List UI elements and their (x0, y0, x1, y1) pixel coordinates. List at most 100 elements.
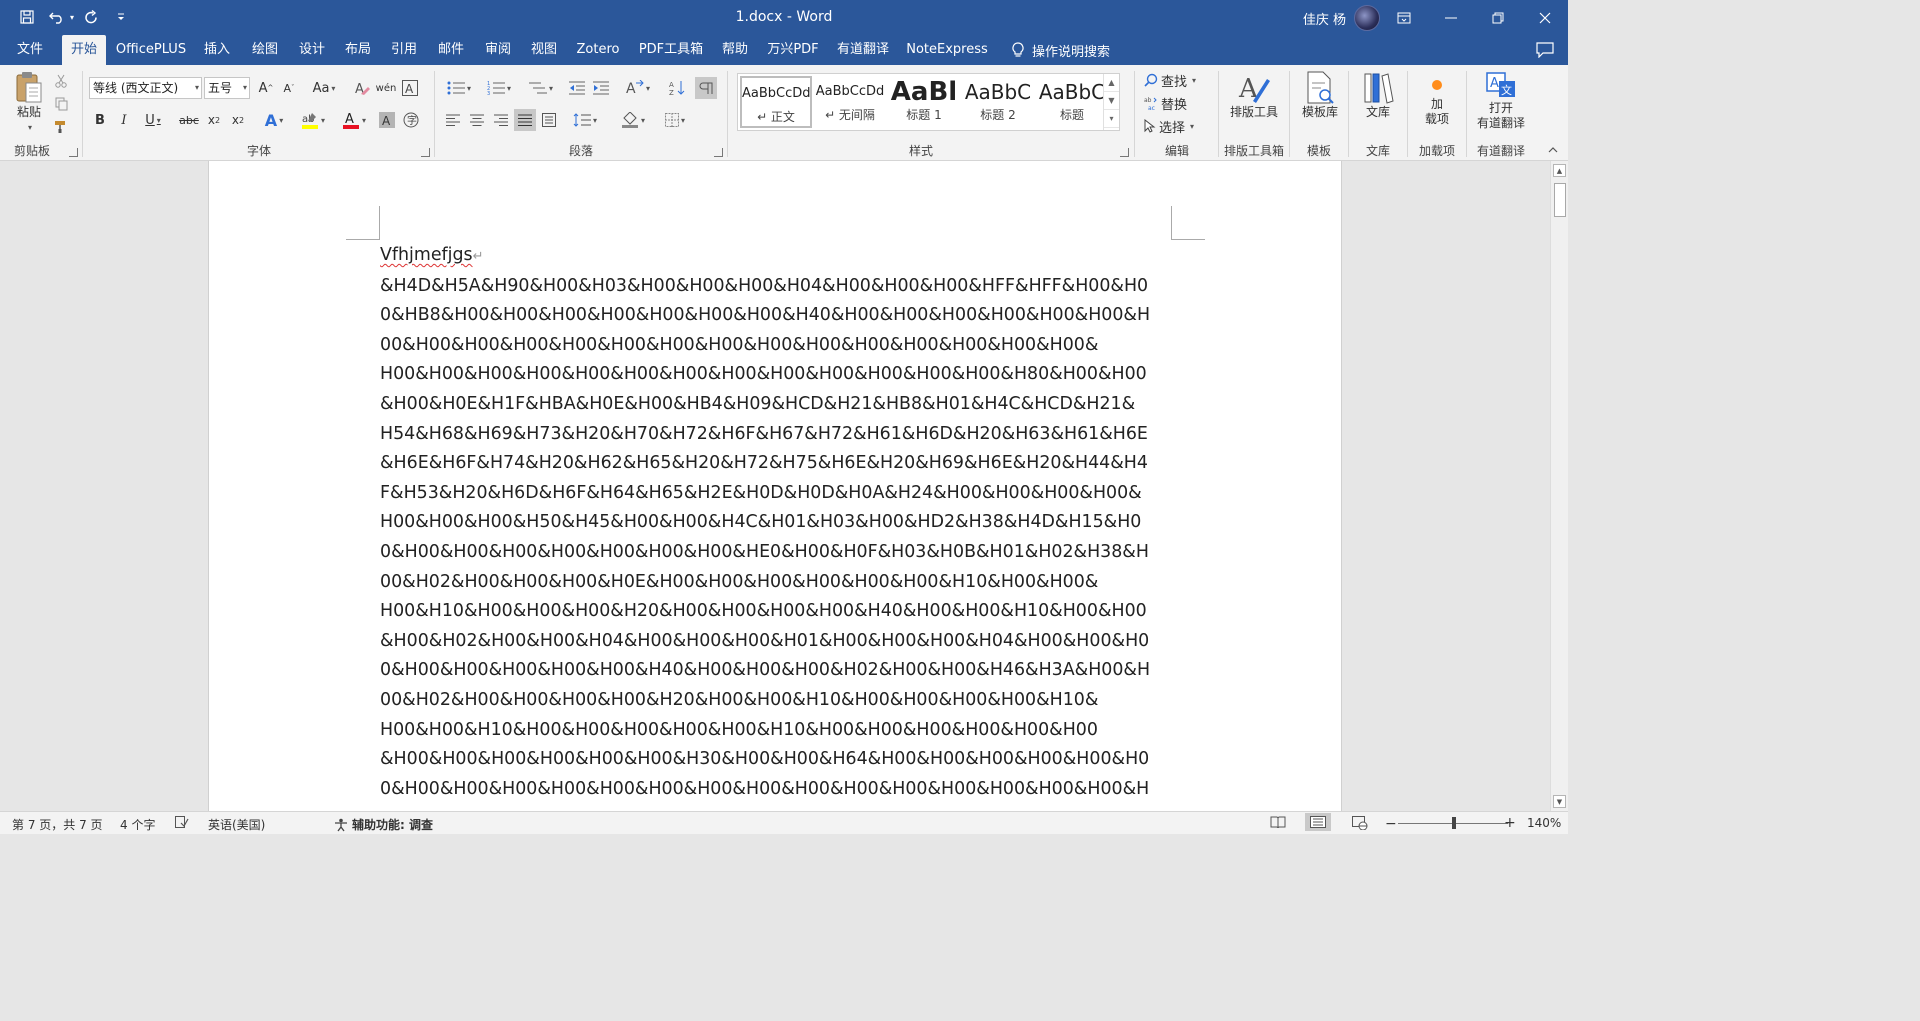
template-library-button[interactable]: 模板库 (1295, 71, 1345, 120)
document-line-17[interactable]: &H00&H00&H00&H00&H00&H00&H30&H00&H00&H64… (380, 745, 1180, 775)
styles-launcher-icon[interactable] (1120, 148, 1129, 157)
word-count[interactable]: 4 个字 (120, 816, 155, 833)
multilevel-list-icon[interactable]: ▾ (524, 77, 558, 99)
character-shading-icon[interactable]: A (377, 109, 397, 131)
highlight-color-icon[interactable]: ab ▾ (296, 109, 330, 131)
font-size-dropdown-icon[interactable]: ▾ (243, 78, 247, 98)
font-color-icon[interactable]: A ▾ (338, 109, 370, 131)
tell-me-label[interactable]: 操作说明搜索 (1032, 41, 1110, 60)
zoom-level[interactable]: 140% (1527, 816, 1561, 830)
shrink-font-icon[interactable]: Aˇ (279, 77, 299, 99)
tab-officeplus[interactable]: OfficePLUS (112, 35, 190, 65)
print-layout-icon[interactable] (1305, 813, 1331, 831)
subscript-icon[interactable]: x2 (204, 109, 224, 131)
document-line-6[interactable]: H54&H68&H69&H73&H20&H70&H72&H6F&H67&H72&… (380, 420, 1180, 450)
tab-pdf-toolbox[interactable]: PDF工具箱 (634, 35, 708, 65)
numbering-icon[interactable]: 1 2 3 ▾ (482, 77, 516, 99)
character-border-icon[interactable]: A (400, 77, 420, 99)
align-right-icon[interactable] (490, 109, 512, 131)
undo-dropdown-icon[interactable]: ▾ (70, 13, 74, 22)
undo-icon[interactable] (44, 6, 70, 28)
document-line-11[interactable]: 00&H02&H00&H00&H00&H0E&H00&H00&H00&H00&H… (380, 568, 1180, 598)
document-line-7[interactable]: &H6E&H6F&H74&H20&H62&H65&H20&H72&H75&H6E… (380, 449, 1180, 479)
change-case-icon[interactable]: Aa ▾ (308, 77, 340, 99)
document-page[interactable]: Vfhjmefjgs↵ &H4D&H5A&H90&H00&H03&H00&H00… (208, 161, 1342, 811)
document-line-18[interactable]: 0&H00&H00&H00&H00&H00&H00&H00&H00&H00&H0… (380, 775, 1180, 805)
strikethrough-icon[interactable]: abc (178, 109, 200, 131)
document-line-3[interactable]: 00&H00&H00&H00&H00&H00&H00&H00&H00&H00&H… (380, 331, 1180, 361)
user-name[interactable]: 佳庆 杨 (1303, 9, 1346, 28)
bold-icon[interactable]: B (90, 109, 110, 131)
document-line-8[interactable]: F&H53&H20&H6D&H6F&H64&H65&H2E&H0D&H0D&H0… (380, 479, 1180, 509)
open-youdao-button[interactable]: A文 打开 有道翻译 (1470, 71, 1532, 131)
document-line-12[interactable]: H00&H10&H00&H00&H00&H20&H00&H00&H00&H00&… (380, 597, 1180, 627)
vertical-scrollbar[interactable]: ▲ ▼ (1550, 161, 1568, 811)
tab-references[interactable]: 引用 (385, 35, 423, 65)
font-name-combobox[interactable]: 等线 (西文正文) ▾ (89, 77, 202, 99)
save-icon[interactable] (14, 6, 40, 28)
collapse-ribbon-icon[interactable] (1544, 139, 1562, 161)
zoom-in-icon[interactable]: + (1504, 815, 1516, 831)
document-line-4[interactable]: H00&H00&H00&H00&H00&H00&H00&H00&H00&H00&… (380, 360, 1180, 390)
find-button[interactable]: 查找 ▾ (1144, 69, 1216, 91)
paragraph-launcher-icon[interactable] (714, 148, 723, 157)
select-button[interactable]: 选择 ▾ (1144, 115, 1216, 137)
format-painter-icon[interactable] (52, 116, 70, 138)
layout-tools-button[interactable]: A 排版工具 (1224, 71, 1284, 120)
tab-draw[interactable]: 绘图 (246, 35, 284, 65)
language-indicator[interactable]: 英语(美国) (208, 816, 265, 833)
font-name-dropdown-icon[interactable]: ▾ (195, 78, 199, 98)
align-center-icon[interactable] (466, 109, 488, 131)
document-line-2[interactable]: 0&HB8&H00&H00&H00&H00&H00&H00&H00&H40&H0… (380, 301, 1180, 331)
align-left-icon[interactable] (442, 109, 464, 131)
font-launcher-icon[interactable] (421, 148, 430, 157)
scroll-thumb[interactable] (1554, 183, 1566, 217)
scroll-down-icon[interactable]: ▼ (1553, 795, 1566, 808)
document-line-0[interactable]: Vfhjmefjgs↵ (380, 241, 1180, 272)
tab-noteexpress[interactable]: NoteExpress (902, 35, 992, 65)
paste-dropdown-icon[interactable]: ▾ (28, 120, 32, 135)
underline-icon[interactable]: U ▾ (138, 109, 168, 131)
tab-file[interactable]: 文件 (0, 35, 60, 65)
tab-home[interactable]: 开始 (62, 35, 106, 65)
tab-view[interactable]: 视图 (525, 35, 563, 65)
document-line-10[interactable]: 0&H00&H00&H00&H00&H00&H00&H00&HE0&H00&H0… (380, 538, 1180, 568)
scroll-up-icon[interactable]: ▲ (1553, 164, 1566, 177)
clear-formatting-icon[interactable]: A (352, 77, 372, 99)
comments-icon[interactable] (1536, 42, 1554, 59)
ribbon-display-options-icon[interactable] (1380, 0, 1427, 35)
document-body[interactable]: Vfhjmefjgs↵ &H4D&H5A&H90&H00&H03&H00&H00… (380, 241, 1180, 804)
read-mode-icon[interactable] (1270, 816, 1286, 828)
document-line-1[interactable]: &H4D&H5A&H90&H00&H03&H00&H00&H00&H04&H00… (380, 272, 1180, 302)
cut-icon[interactable] (52, 70, 70, 92)
font-size-combobox[interactable]: 五号 ▾ (204, 77, 250, 99)
decrease-indent-icon[interactable] (566, 77, 588, 99)
chinese-layout-icon[interactable]: A ▾ (620, 77, 656, 99)
sort-icon[interactable]: AZ (666, 77, 688, 99)
tab-insert[interactable]: 插入 (198, 35, 236, 65)
grow-font-icon[interactable]: A ^ (256, 77, 276, 99)
distributed-icon[interactable] (538, 109, 560, 131)
clipboard-launcher-icon[interactable] (69, 148, 78, 157)
web-layout-icon[interactable] (1352, 816, 1368, 830)
paste-button[interactable]: 粘贴 ▾ (10, 71, 48, 135)
tab-mailings[interactable]: 邮件 (432, 35, 470, 65)
zoom-out-icon[interactable]: − (1385, 816, 1397, 832)
tab-wondershare-pdf[interactable]: 万兴PDF (762, 35, 824, 65)
accessibility-checker[interactable]: 辅助功能: 调查 (334, 816, 433, 833)
shading-icon[interactable]: ▾ (616, 109, 650, 131)
restore-icon[interactable] (1474, 0, 1521, 35)
line-spacing-icon[interactable]: ▾ (568, 109, 602, 131)
superscript-icon[interactable]: x2 (228, 109, 248, 131)
document-line-16[interactable]: H00&H00&H10&H00&H00&H00&H00&H00&H10&H00&… (380, 716, 1180, 746)
increase-indent-icon[interactable] (590, 77, 612, 99)
document-line-5[interactable]: &H00&H0E&H1F&HBA&H0E&H00&HB4&H09&HCD&H21… (380, 390, 1180, 420)
minimize-icon[interactable] (1427, 0, 1474, 35)
avatar[interactable] (1354, 5, 1380, 31)
library-button[interactable]: 文库 (1354, 71, 1402, 120)
page-count[interactable]: 第 7 页，共 7 页 (12, 816, 103, 833)
tell-me-search[interactable]: 操作说明搜索 (1012, 35, 1110, 65)
bullets-icon[interactable]: ▾ (442, 77, 476, 99)
zoom-slider-thumb[interactable] (1452, 817, 1456, 829)
tab-youdao[interactable]: 有道翻译 (832, 35, 894, 65)
